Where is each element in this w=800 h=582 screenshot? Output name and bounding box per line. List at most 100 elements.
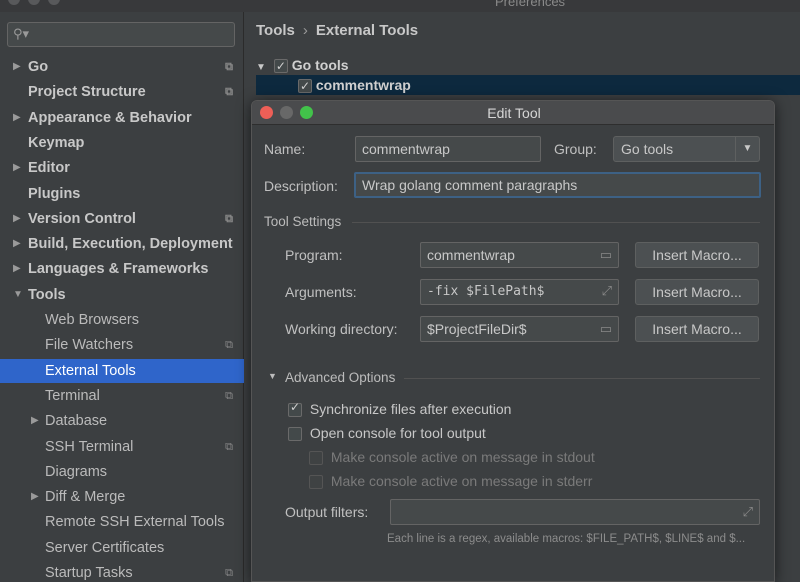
tool-checkbox[interactable] <box>298 76 312 96</box>
breadcrumb-parent[interactable]: Tools <box>256 22 295 39</box>
sidebar-item-project-structure[interactable]: Project Structure ⧉ <box>0 80 244 104</box>
sidebar-item-label: Terminal <box>45 388 100 404</box>
sidebar-item-keymap[interactable]: Keymap <box>0 131 244 155</box>
tool-settings-heading: Tool Settings <box>264 214 342 229</box>
project-scope-icon: ⧉ <box>225 213 233 225</box>
sidebar-item-build-execution-deployment[interactable]: ▶ Build, Execution, Deployment <box>0 232 244 256</box>
chevron-right-icon[interactable]: ▶ <box>31 485 41 509</box>
arguments-label: Arguments: <box>285 284 357 300</box>
insert-macro-arguments-button[interactable]: Insert Macro... <box>635 279 759 305</box>
sidebar-item-remote-ssh-external-tools[interactable]: Remote SSH External Tools <box>0 510 244 534</box>
sidebar-item-server-certificates[interactable]: Server Certificates <box>0 536 244 560</box>
dialog-titlebar: Edit Tool <box>252 101 774 125</box>
expand-icon[interactable]: ⤢ <box>602 280 612 304</box>
working-directory-field[interactable]: $ProjectFileDir$ ▭ <box>420 316 619 342</box>
synchronize-checkbox[interactable] <box>288 400 302 418</box>
dialog-close-button[interactable] <box>260 106 273 119</box>
sidebar-item-editor[interactable]: ▶ Editor <box>0 156 244 180</box>
sidebar-item-label: Remote SSH External Tools <box>45 514 225 530</box>
search-icon: ⚲▾ <box>13 26 30 41</box>
window-titlebar: Preferences <box>0 0 800 12</box>
chevron-right-icon[interactable]: ▶ <box>13 55 23 79</box>
open-console-option[interactable]: Open console for tool output <box>288 425 486 442</box>
search-input[interactable]: ⚲▾ <box>7 22 235 47</box>
working-directory-value: $ProjectFileDir$ <box>427 321 527 337</box>
output-filters-hint: Each line is a regex, available macros: … <box>387 533 746 545</box>
project-scope-icon: ⧉ <box>225 86 233 98</box>
insert-macro-working-directory-button[interactable]: Insert Macro... <box>635 316 759 342</box>
group-select[interactable]: Go tools ▼ <box>613 136 760 162</box>
window-title: Preferences <box>494 0 566 9</box>
advanced-options-divider <box>404 378 760 379</box>
sidebar-item-database[interactable]: ▶ Database <box>0 409 244 433</box>
sidebar-item-startup-tasks[interactable]: Startup Tasks ⧉ <box>0 561 244 582</box>
sidebar-item-external-tools[interactable]: External Tools <box>0 359 244 383</box>
open-console-checkbox[interactable] <box>288 427 302 442</box>
advanced-collapse-arrow-icon[interactable]: ▼ <box>268 371 277 381</box>
tool-settings-divider <box>352 222 760 223</box>
sidebar-item-label: Diff & Merge <box>45 489 126 505</box>
edit-tool-dialog: Edit Tool Name: commentwrap Group: Go to… <box>251 100 775 582</box>
description-field[interactable]: Wrap golang comment paragraphs <box>354 172 761 198</box>
group-select-value: Go tools <box>621 141 674 157</box>
tool-group-checkbox[interactable] <box>273 56 288 76</box>
collapse-arrow-icon[interactable]: ▼ <box>256 62 266 73</box>
name-field[interactable]: commentwrap <box>355 136 541 162</box>
sidebar-item-go[interactable]: ▶ Go ⧉ <box>0 55 244 79</box>
name-label: Name: <box>264 141 306 157</box>
sidebar-item-version-control[interactable]: ▶ Version Control ⧉ <box>0 207 244 231</box>
arguments-field[interactable]: -fix $FilePath$ ⤢ <box>420 279 619 305</box>
sidebar-item-label: SSH Terminal <box>45 439 134 455</box>
sidebar-item-plugins[interactable]: Plugins <box>0 182 244 206</box>
chevron-right-icon[interactable]: ▶ <box>31 409 41 433</box>
chevron-down-icon[interactable]: ▼ <box>735 137 759 161</box>
advanced-options-heading[interactable]: Advanced Options <box>285 370 395 385</box>
sidebar-item-label: Appearance & Behavior <box>28 110 192 126</box>
dialog-minimize-button[interactable] <box>280 106 293 119</box>
console-stderr-option: Make console active on message in stderr <box>309 473 593 490</box>
breadcrumb-current: External Tools <box>315 22 419 39</box>
tool-group-row[interactable]: ▼ Go tools <box>256 55 800 76</box>
folder-icon[interactable]: ▭ <box>600 317 612 341</box>
folder-icon[interactable]: ▭ <box>600 243 612 267</box>
tool-row[interactable]: commentwrap <box>256 75 800 96</box>
chevron-right-icon[interactable]: ▶ <box>13 156 23 180</box>
description-label: Description: <box>264 178 338 194</box>
chevron-right-icon[interactable]: ▶ <box>13 232 23 256</box>
tool-group-label: Go tools <box>291 57 349 73</box>
sidebar-item-label: Tools <box>28 287 66 303</box>
project-scope-icon: ⧉ <box>225 441 233 453</box>
sidebar-item-diff-merge[interactable]: ▶ Diff & Merge <box>0 485 244 509</box>
console-stderr-label: Make console active on message in stderr <box>330 473 593 489</box>
project-scope-icon: ⧉ <box>225 390 233 402</box>
sidebar-item-diagrams[interactable]: Diagrams <box>0 460 244 484</box>
sidebar-item-ssh-terminal[interactable]: SSH Terminal ⧉ <box>0 435 244 459</box>
chevron-right-icon[interactable]: ▶ <box>13 207 23 231</box>
dialog-zoom-button[interactable] <box>300 106 313 119</box>
sidebar-item-languages-frameworks[interactable]: ▶ Languages & Frameworks <box>0 257 244 281</box>
output-filters-field[interactable]: ⤢ <box>390 499 760 525</box>
chevron-down-icon[interactable]: ▼ <box>13 283 23 307</box>
chevron-right-icon[interactable]: ▶ <box>13 106 23 130</box>
synchronize-label: Synchronize files after execution <box>309 401 512 417</box>
sidebar-item-label: Build, Execution, Deployment <box>28 236 233 252</box>
sidebar-item-terminal[interactable]: Terminal ⧉ <box>0 384 244 408</box>
breadcrumb-separator: › <box>302 22 308 39</box>
synchronize-option[interactable]: Synchronize files after execution <box>288 400 512 418</box>
sidebar-item-label: Startup Tasks <box>45 565 133 581</box>
output-filters-label: Output filters: <box>285 504 369 520</box>
project-scope-icon: ⧉ <box>225 61 233 73</box>
program-field[interactable]: commentwrap ▭ <box>420 242 619 268</box>
sidebar-item-label: File Watchers <box>45 337 134 353</box>
sidebar-item-label: Keymap <box>28 135 85 151</box>
insert-macro-program-button[interactable]: Insert Macro... <box>635 242 759 268</box>
arguments-value: -fix $FilePath$ <box>427 284 545 299</box>
sidebar-item-appearance-behavior[interactable]: ▶ Appearance & Behavior <box>0 106 244 130</box>
sidebar-item-web-browsers[interactable]: Web Browsers <box>0 308 244 332</box>
chevron-right-icon[interactable]: ▶ <box>13 257 23 281</box>
expand-icon[interactable]: ⤢ <box>743 500 753 524</box>
sidebar-item-file-watchers[interactable]: File Watchers ⧉ <box>0 333 244 357</box>
group-label: Group: <box>554 141 597 157</box>
console-stdout-label: Make console active on message in stdout <box>330 449 595 465</box>
sidebar-item-tools[interactable]: ▼ Tools <box>0 283 244 307</box>
